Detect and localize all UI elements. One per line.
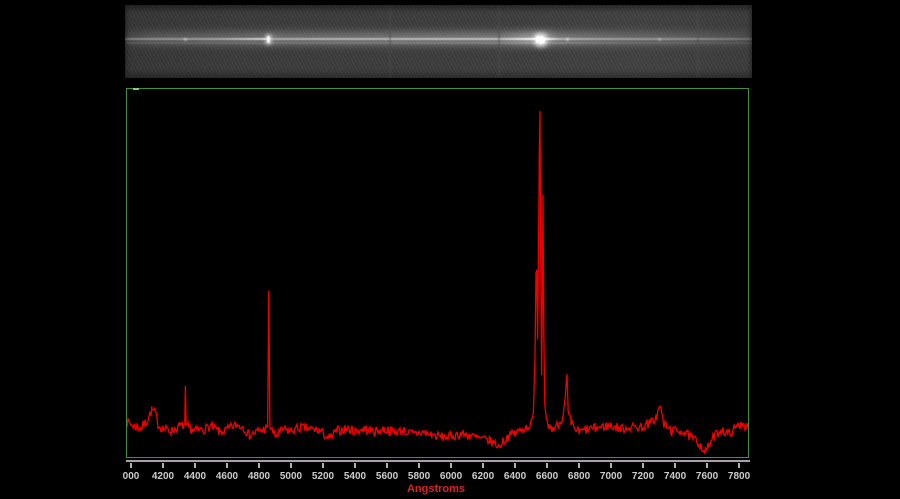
x-tick	[514, 463, 517, 468]
x-tick	[482, 463, 485, 468]
x-tick	[322, 463, 324, 468]
x-tick-label: 5400	[343, 471, 367, 482]
x-tick	[642, 463, 645, 468]
x-tick-label: 5000	[279, 471, 303, 482]
x-tick	[354, 463, 356, 468]
x-tick	[162, 463, 164, 468]
x-tick-label: 6800	[567, 471, 591, 482]
x-tick-label: 7400	[663, 471, 687, 482]
spectrum-line-chart	[127, 111, 748, 455]
x-tick	[194, 463, 196, 468]
x-tick-label: 4800	[247, 471, 271, 482]
x-tick	[386, 463, 389, 468]
x-tick-label: 5600	[375, 471, 399, 482]
x-tick-label: 7200	[631, 471, 655, 482]
x-tick	[546, 463, 549, 468]
x-tick-label: 4400	[183, 471, 207, 482]
x-tick-label: 6600	[535, 471, 559, 482]
x-tick-label: 6400	[503, 471, 527, 482]
border-highlight-artifact	[133, 88, 139, 90]
x-tick	[738, 463, 741, 468]
x-axis-title: Angstroms	[406, 483, 466, 495]
x-tick	[418, 463, 421, 468]
x-tick-label: 7600	[695, 471, 719, 482]
x-tick	[450, 463, 453, 468]
x-tick-label: 7000	[599, 471, 623, 482]
x-tick-label: 7800	[727, 471, 751, 482]
x-tick-label: 5800	[407, 471, 431, 482]
x-tick-label: 000	[122, 471, 140, 482]
x-tick	[674, 463, 677, 468]
x-tick	[610, 463, 613, 468]
x-tick	[258, 463, 260, 468]
spectrum-trace-path	[127, 111, 748, 455]
x-tick-label: 6000	[439, 471, 463, 482]
x-tick	[706, 463, 709, 468]
x-tick	[226, 463, 228, 468]
x-axis-line	[126, 460, 750, 462]
x-tick	[290, 463, 292, 468]
app-window: 000 4200 4400 4600 4800 5000 5200 5400 5600 5800 6…	[0, 0, 900, 499]
x-tick	[130, 463, 132, 468]
x-tick-label: 5200	[311, 471, 335, 482]
x-tick	[578, 463, 581, 468]
x-tick-label: 4200	[151, 471, 175, 482]
x-tick-label: 6200	[471, 471, 495, 482]
profile-plot-frame[interactable]	[126, 88, 749, 458]
spectrum-strip-image[interactable]	[125, 5, 752, 78]
x-tick-label: 4600	[215, 471, 239, 482]
strip-vignette	[125, 5, 752, 78]
